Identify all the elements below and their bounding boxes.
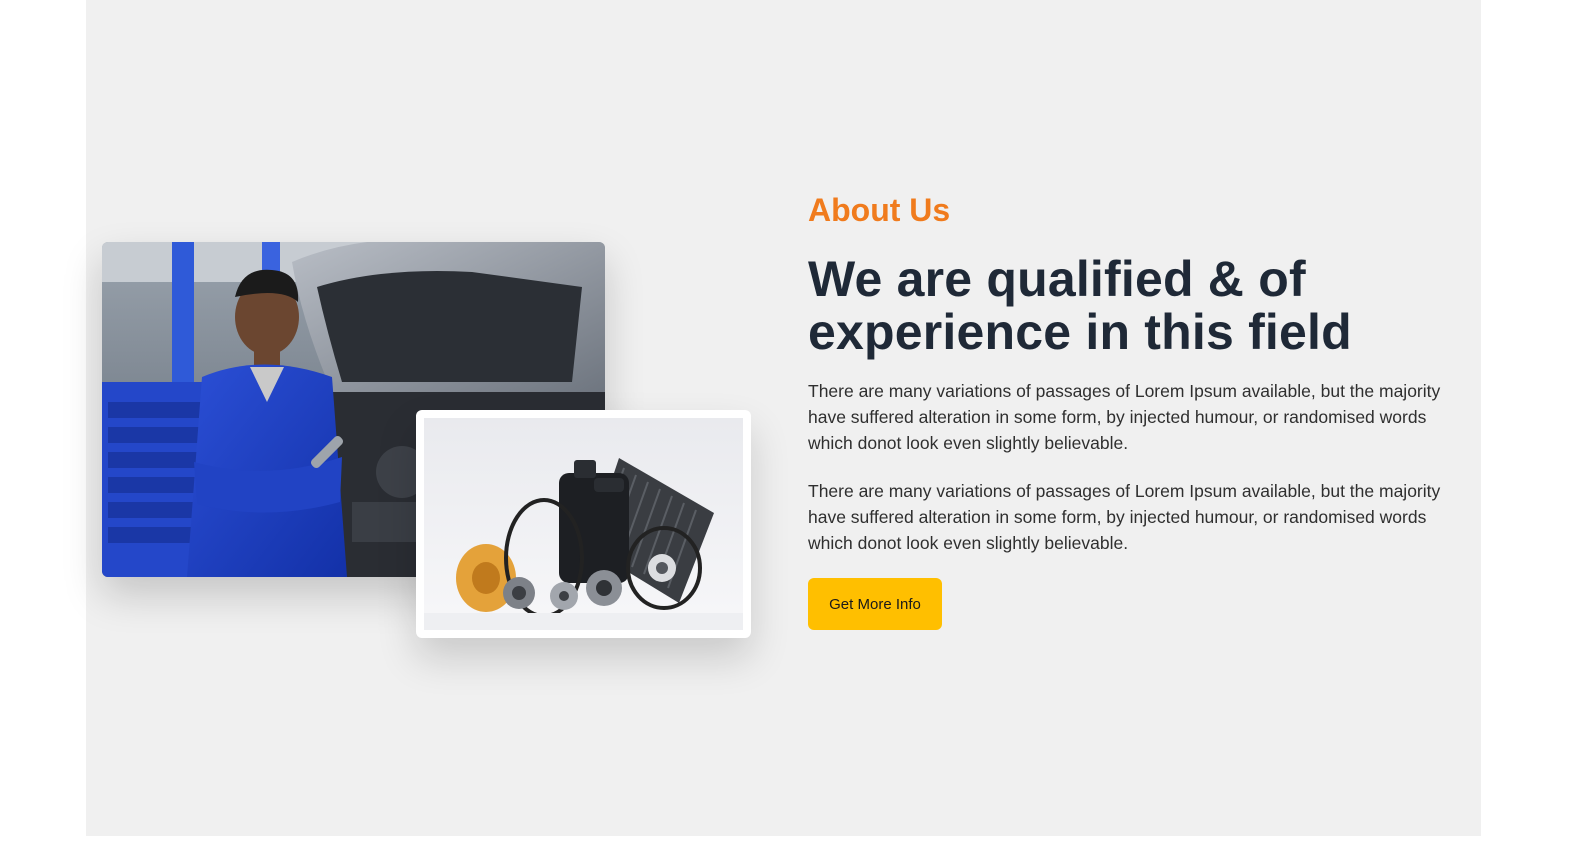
car-parts-photo-card [416, 410, 751, 638]
car-parts-photo [424, 418, 743, 630]
description-paragraph: There are many variations of passages of… [808, 381, 1441, 453]
section-eyebrow: About Us [808, 192, 951, 228]
get-more-info-button[interactable]: Get More Info [808, 578, 942, 630]
description-paragraph: There are many variations of passages of… [808, 481, 1441, 553]
section-headline: We are qualified & of experience in this… [808, 251, 1352, 360]
